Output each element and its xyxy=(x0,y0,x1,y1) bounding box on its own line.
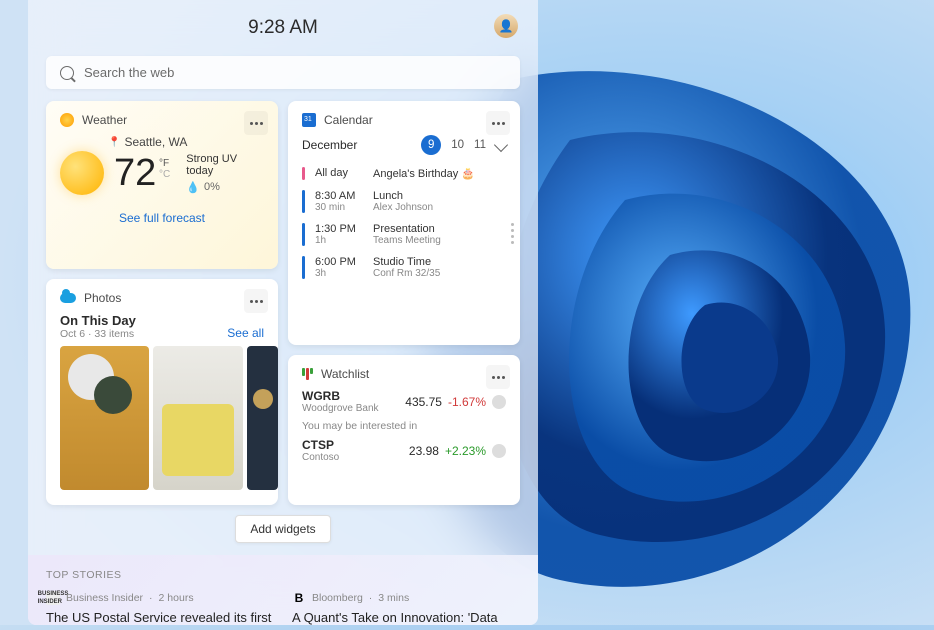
chevron-down-icon[interactable] xyxy=(494,138,508,152)
event-time: 1:30 PM1h xyxy=(315,223,363,246)
photo-thumbnail[interactable] xyxy=(153,346,242,490)
calendar-event[interactable]: 8:30 AM30 min LunchAlex Johnson xyxy=(302,188,506,215)
calendar-icon xyxy=(302,113,316,127)
stock-symbol: WGRB xyxy=(302,389,379,403)
event-time: 8:30 AM30 min xyxy=(315,190,363,213)
stock-price: 23.98 xyxy=(409,444,439,458)
scroll-indicator xyxy=(511,223,514,244)
event-color-bar xyxy=(302,223,305,246)
news-age: 3 mins xyxy=(378,591,409,605)
weather-headline: Strong UV today xyxy=(186,153,264,177)
search-input[interactable]: Search the web xyxy=(46,56,520,89)
news-source: Business Insider xyxy=(66,591,143,605)
stock-symbol: CTSP xyxy=(302,438,339,452)
news-heading: TOP STORIES xyxy=(46,569,520,581)
onedrive-icon xyxy=(60,293,76,303)
calendar-event[interactable]: 1:30 PM1h PresentationTeams Meeting xyxy=(302,221,506,248)
pin-icon: 📍 xyxy=(108,137,120,148)
photos-heading: On This Day xyxy=(60,313,136,328)
droplet-icon: 💧 xyxy=(186,181,200,194)
more-button[interactable] xyxy=(244,289,268,313)
weather-location: Seattle, WA xyxy=(124,135,187,149)
calendar-day[interactable]: 10 xyxy=(451,139,464,151)
more-button[interactable] xyxy=(244,111,268,135)
news-story[interactable]: B Bloomberg · 3 mins A Quant's Take on I… xyxy=(292,591,520,625)
widget-title: Photos xyxy=(84,291,121,305)
stock-price: 435.75 xyxy=(405,395,442,409)
see-all-link[interactable]: See all xyxy=(227,326,264,340)
photo-thumbnail[interactable] xyxy=(247,346,278,490)
news-source: Bloomberg xyxy=(312,591,363,605)
add-widgets-button[interactable]: Add widgets xyxy=(235,515,330,543)
see-full-forecast-link[interactable]: See full forecast xyxy=(60,211,264,225)
stock-change: -1.67% xyxy=(448,395,486,409)
stock-row[interactable]: WGRB Woodgrove Bank 435.75 -1.67% xyxy=(302,389,506,414)
pin-stock-button[interactable] xyxy=(492,444,506,458)
event-color-bar xyxy=(302,190,305,213)
watchlist-widget[interactable]: Watchlist WGRB Woodgrove Bank 435.75 -1.… xyxy=(288,355,520,505)
stock-change: +2.23% xyxy=(445,444,486,458)
news-section: TOP STORIES BUSINESSINSIDER Business Ins… xyxy=(28,555,538,625)
event-title: Angela's Birthday 🎂 xyxy=(373,167,475,180)
event-color-bar xyxy=(302,256,305,279)
calendar-event[interactable]: All day Angela's Birthday 🎂 xyxy=(302,165,506,182)
stocks-icon xyxy=(302,368,313,380)
calendar-event[interactable]: 6:00 PM3h Studio TimeConf Rm 32/35 xyxy=(302,254,506,281)
event-time: All day xyxy=(315,167,363,180)
calendar-month: December xyxy=(302,138,357,152)
stock-row[interactable]: CTSP Contoso 23.98 +2.23% xyxy=(302,438,506,463)
stock-name: Contoso xyxy=(302,452,339,463)
event-time: 6:00 PM3h xyxy=(315,256,363,279)
search-placeholder: Search the web xyxy=(84,65,174,80)
stock-name: Woodgrove Bank xyxy=(302,403,379,414)
event-title: PresentationTeams Meeting xyxy=(373,223,441,246)
weather-widget[interactable]: Weather 📍 Seattle, WA 72 °F°C Strong UV … xyxy=(46,101,278,269)
event-title: Studio TimeConf Rm 32/35 xyxy=(373,256,440,279)
event-title: LunchAlex Johnson xyxy=(373,190,433,213)
photos-subtitle: Oct 6 · 33 items xyxy=(60,328,136,340)
user-avatar[interactable]: 👤 xyxy=(494,14,518,38)
sun-icon xyxy=(60,151,104,195)
more-button[interactable] xyxy=(486,365,510,389)
weather-temp: 72 °F°C xyxy=(114,154,156,192)
pin-stock-button[interactable] xyxy=(492,395,506,409)
photos-widget[interactable]: Photos On This Day Oct 6 · 33 items See … xyxy=(46,279,278,505)
news-title: The US Postal Service revealed its first… xyxy=(46,609,274,625)
event-color-bar xyxy=(302,167,305,180)
news-story[interactable]: BUSINESSINSIDER Business Insider · 2 hou… xyxy=(46,591,274,625)
calendar-day[interactable]: 9 xyxy=(421,135,441,155)
weather-precip: 0% xyxy=(204,181,220,193)
photo-thumbnail[interactable] xyxy=(60,346,149,490)
interest-label: You may be interested in xyxy=(302,420,506,432)
widgets-panel: 9:28 AM 👤 Search the web Weather 📍 Seatt… xyxy=(28,0,538,625)
news-title: A Quant's Take on Innovation: 'Data Can … xyxy=(292,609,520,625)
weather-icon xyxy=(60,113,74,127)
widget-title: Watchlist xyxy=(321,367,369,381)
source-icon: B xyxy=(292,591,306,605)
more-button[interactable] xyxy=(486,111,510,135)
source-icon: BUSINESSINSIDER xyxy=(46,591,60,605)
calendar-day[interactable]: 11 xyxy=(474,139,486,151)
search-icon xyxy=(60,66,74,80)
widget-title: Weather xyxy=(82,113,127,127)
clock: 9:28 AM xyxy=(248,17,318,39)
widget-title: Calendar xyxy=(324,113,373,127)
news-age: 2 hours xyxy=(159,591,194,605)
calendar-widget[interactable]: Calendar December 9 10 11 All day Angela'… xyxy=(288,101,520,345)
